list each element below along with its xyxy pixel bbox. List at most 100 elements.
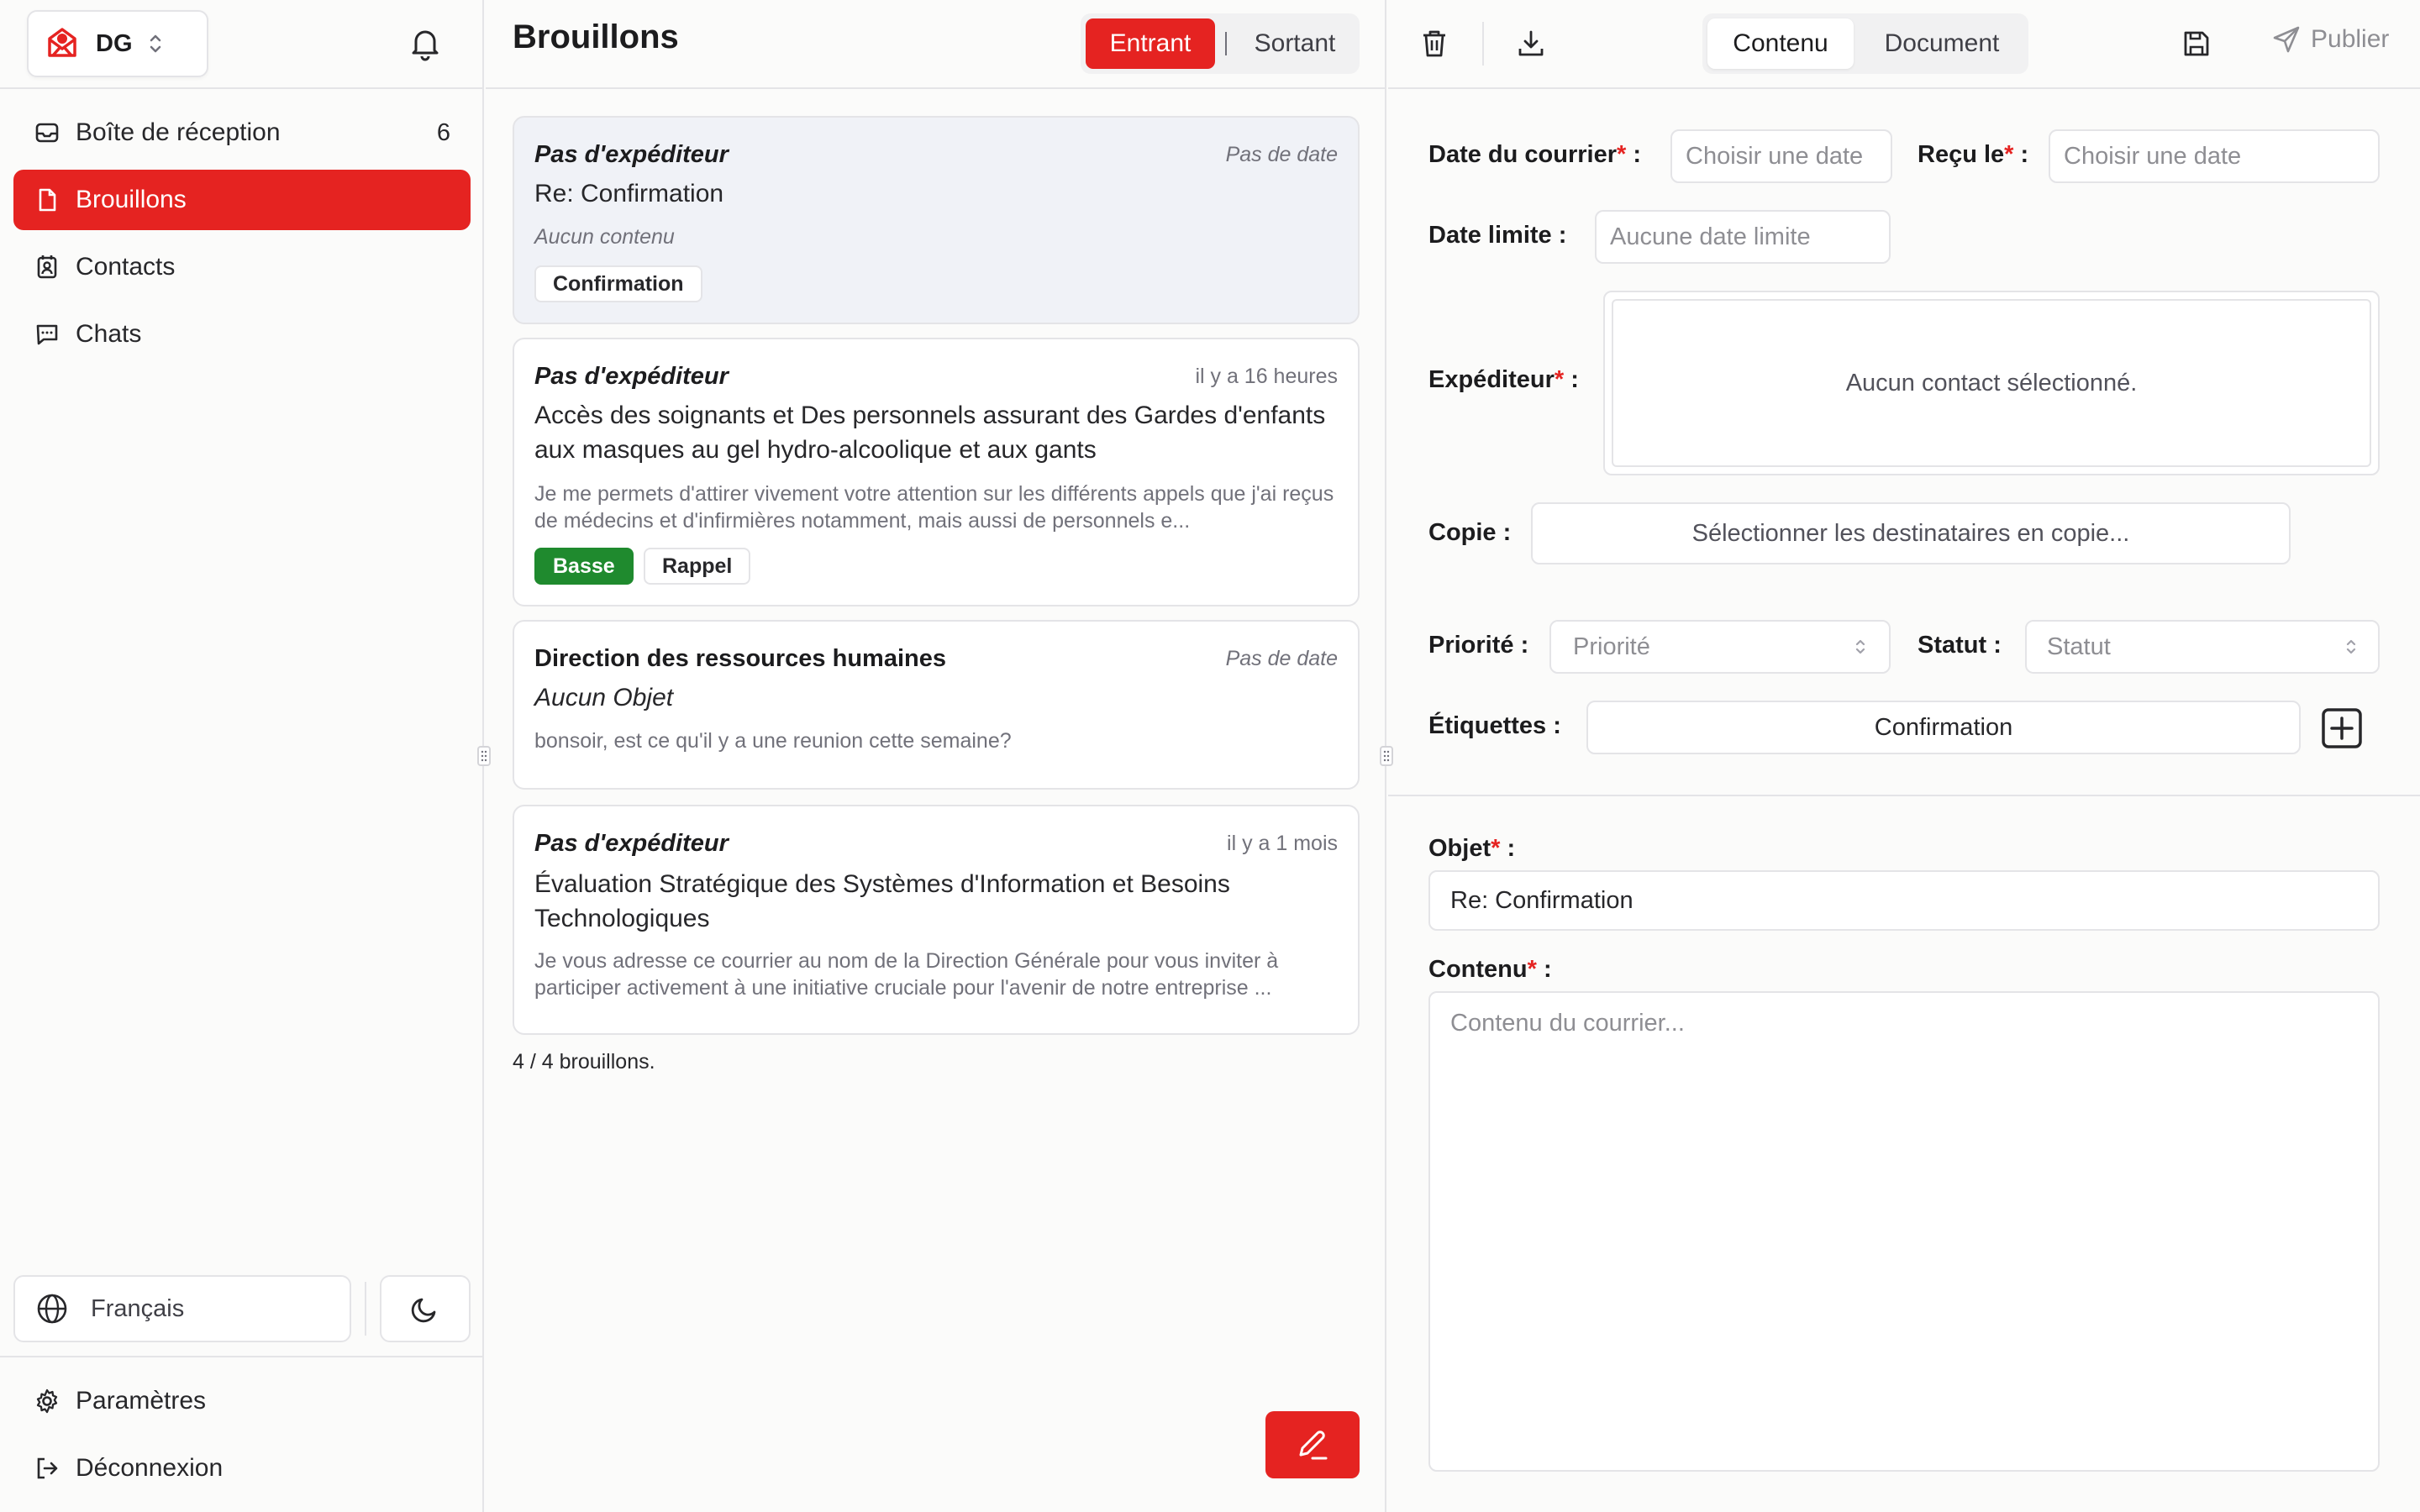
deadline-picker[interactable]: Aucune date limite (1595, 210, 1891, 264)
received-date-label: Reçu le* : (1918, 141, 2029, 168)
chevron-up-down-icon (1854, 637, 1867, 657)
chevron-up-down-icon (148, 33, 163, 55)
save-icon[interactable] (2181, 29, 2212, 59)
mail-date-picker[interactable]: Choisir une date (1670, 129, 1892, 183)
card-sender: Pas d'expéditeur (534, 363, 729, 390)
mail-date-label: Date du courrier* : (1428, 141, 1642, 168)
nav-item-chats[interactable]: Chats (13, 304, 471, 365)
draft-card[interactable]: Pas d'expéditeur Pas de date Re: Confirm… (513, 116, 1360, 324)
card-sender: Pas d'expéditeur (534, 141, 729, 168)
logout-link[interactable]: Déconnexion (13, 1438, 471, 1499)
drafts-list-panel: Brouillons Entrant Sortant Pas d'expédit… (486, 0, 1386, 1512)
divider (1388, 795, 2420, 796)
theme-toggle-button[interactable] (380, 1275, 471, 1342)
card-subject: Évaluation Stratégique des Systèmes d'In… (534, 870, 1230, 932)
tab-outgoing[interactable]: Sortant (1234, 18, 1356, 69)
status-select[interactable]: Statut (2025, 620, 2380, 674)
org-name: DG (96, 29, 133, 57)
card-preview: Aucun contenu (534, 225, 675, 249)
trash-icon[interactable] (1420, 29, 1449, 59)
deadline-label: Date limite : (1428, 222, 1567, 249)
logout-icon (34, 1455, 60, 1482)
drafts-count: 4 / 4 brouillons. (513, 1050, 655, 1074)
settings-label: Paramètres (76, 1387, 207, 1415)
card-subject: Accès des soignants et Des personnels as… (534, 402, 1326, 464)
inbox-icon (34, 119, 60, 146)
nav-label: Chats (76, 320, 142, 348)
card-preview: Je vous adresse ce courrier au nom de la… (534, 949, 1279, 1000)
file-icon (34, 186, 60, 213)
priority-label: Priorité : (1428, 632, 1529, 659)
editor-tabs: Contenu Document (1702, 13, 2028, 74)
send-icon (2272, 25, 2301, 54)
subject-label: Objet* : (1428, 835, 1516, 862)
card-subject: Aucun Objet (534, 684, 674, 711)
language-select[interactable]: Français (13, 1275, 351, 1342)
settings-link[interactable]: Paramètres (13, 1371, 471, 1431)
copy-recipients-select[interactable]: Sélectionner les destinataires en copie.… (1531, 502, 2291, 564)
tags-select[interactable]: Confirmation (1586, 701, 2301, 754)
priority-select[interactable]: Priorité (1549, 620, 1891, 674)
status-label: Statut : (1918, 632, 2002, 659)
card-preview: Je me permets d'attirer vivement votre a… (534, 482, 1334, 533)
sender-label: Expéditeur* : (1428, 366, 1579, 393)
bell-icon[interactable] (407, 25, 444, 62)
priority-value: Priorité (1573, 633, 1650, 660)
draft-card[interactable]: Pas d'expéditeur il y a 1 mois Évaluatio… (513, 805, 1360, 1035)
org-switcher[interactable]: DG (27, 10, 208, 77)
tag-badge: Rappel (644, 548, 751, 585)
nav-item-drafts[interactable]: Brouillons (13, 170, 471, 230)
organization-logo-icon (45, 27, 79, 60)
nav-label: Boîte de réception (76, 118, 281, 146)
publish-label: Publier (2311, 25, 2390, 53)
download-icon[interactable] (1516, 29, 1546, 59)
moon-icon (409, 1293, 441, 1325)
nav-label: Contacts (76, 253, 176, 281)
pen-icon (1294, 1426, 1331, 1463)
nav-label: Brouillons (76, 186, 187, 213)
page-title: Brouillons (513, 18, 679, 55)
divider (486, 87, 1386, 89)
divider (0, 1356, 484, 1357)
draft-card[interactable]: Direction des ressources humaines Pas de… (513, 620, 1360, 790)
content-label: Contenu* : (1428, 956, 1552, 983)
divider (1482, 22, 1484, 66)
card-date: il y a 1 mois (1227, 832, 1338, 855)
logout-label: Déconnexion (76, 1454, 224, 1482)
card-sender: Direction des ressources humaines (534, 645, 946, 672)
contact-book-icon (34, 254, 60, 281)
subject-input[interactable]: Re: Confirmation (1428, 870, 2380, 931)
draft-card[interactable]: Pas d'expéditeur il y a 16 heures Accès … (513, 338, 1360, 606)
divider (0, 87, 484, 89)
content-textarea[interactable]: Contenu du courrier... (1428, 991, 2380, 1472)
chevron-up-down-icon (2344, 637, 2358, 657)
sender-empty-text: Aucun contact sélectionné. (1612, 299, 2371, 467)
card-subject: Re: Confirmation (534, 180, 724, 207)
globe-icon (35, 1292, 69, 1326)
divider (1225, 32, 1227, 55)
sidebar: DG Boîte de réception 6 Brouillons Conta… (0, 0, 484, 1512)
card-sender: Pas d'expéditeur (534, 830, 729, 857)
tab-document[interactable]: Document (1860, 18, 2023, 69)
publish-button[interactable]: Publier (2272, 25, 2389, 54)
status-value: Statut (2047, 633, 2111, 660)
tags-label: Étiquettes : (1428, 712, 1561, 739)
language-label: Français (91, 1294, 185, 1322)
tab-content[interactable]: Contenu (1707, 18, 1854, 69)
card-preview: bonsoir, est ce qu'il y a une reunion ce… (534, 729, 1012, 753)
direction-toggle: Entrant Sortant (1081, 13, 1360, 74)
tab-incoming[interactable]: Entrant (1086, 18, 1215, 69)
card-date: il y a 16 heures (1195, 365, 1338, 388)
card-date: Pas de date (1225, 143, 1338, 166)
copy-label: Copie : (1428, 519, 1512, 546)
sender-select[interactable]: Aucun contact sélectionné. (1603, 291, 2380, 475)
tag-badge: Confirmation (534, 265, 702, 302)
nav-item-inbox[interactable]: Boîte de réception 6 (13, 102, 471, 163)
draft-editor: Contenu Document Publier Date du courrie… (1388, 0, 2420, 1512)
compose-button[interactable] (1265, 1411, 1360, 1478)
divider (1388, 87, 2420, 89)
add-tag-icon[interactable] (2321, 707, 2363, 749)
nav-item-contacts[interactable]: Contacts (13, 237, 471, 297)
card-date: Pas de date (1225, 647, 1338, 670)
received-date-picker[interactable]: Choisir une date (2049, 129, 2380, 183)
